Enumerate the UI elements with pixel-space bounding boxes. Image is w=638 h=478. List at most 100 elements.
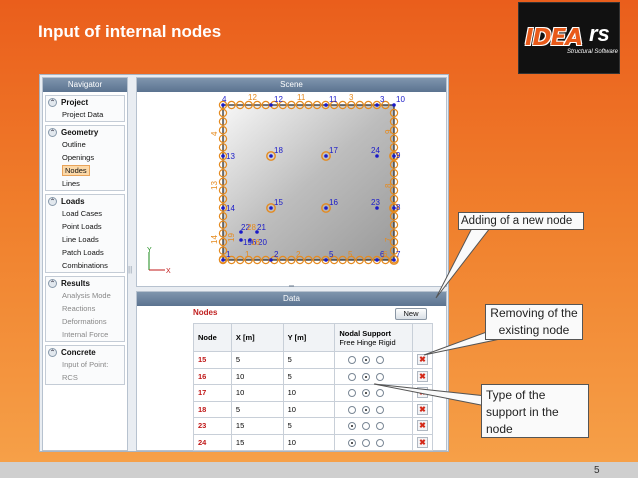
node-id-cell[interactable]: 24 (193, 433, 232, 451)
slab-outline[interactable] (222, 104, 395, 261)
sidebar-item-outline[interactable]: Outline (46, 138, 124, 151)
support-cell (334, 384, 413, 402)
node-id-cell[interactable]: 18 (193, 400, 232, 418)
collapse-chevron-icon[interactable]: ⌃ (48, 347, 57, 357)
nav-group-header[interactable]: ⌃ Project (46, 96, 124, 108)
x-coordinate-cell[interactable]: 10 (230, 367, 284, 385)
collapse-chevron-icon[interactable]: ⌃ (48, 127, 57, 137)
node-id-cell[interactable]: 17 (193, 384, 232, 402)
x-coordinate-cell[interactable]: 15 (230, 433, 284, 451)
nav-group-header[interactable]: ⌃ Results (46, 277, 124, 289)
table-row[interactable]: 24 15 10 ✖ (193, 433, 434, 451)
node-label: 15 (274, 198, 283, 207)
support-free-radio[interactable] (348, 438, 357, 447)
nav-group-header[interactable]: ⌃ Loads (46, 195, 124, 207)
sidebar-item-openings[interactable]: Openings (46, 151, 124, 164)
node-id-cell[interactable]: 16 (193, 367, 232, 385)
x-coordinate-cell[interactable]: 15 (230, 417, 284, 435)
y-coordinate-cell[interactable]: 5 (282, 351, 336, 369)
nav-group-header[interactable]: ⌃ Geometry (46, 126, 124, 138)
delete-node-icon[interactable]: ✖ (416, 420, 428, 432)
node-point[interactable] (324, 154, 328, 158)
support-free-radio[interactable] (348, 405, 357, 414)
nav-group-label: Geometry (61, 127, 99, 137)
collapse-chevron-icon[interactable]: ⌃ (48, 196, 57, 206)
scene-canvas[interactable]: 4 12 11 3 101318 17 2491415 16 2381 2 5 6 722 21196 20… (137, 92, 446, 286)
table-row[interactable]: 15 5 5 ✖ (193, 351, 434, 369)
x-coordinate-cell[interactable]: 5 (230, 351, 284, 369)
node-point[interactable] (269, 206, 273, 210)
node-point[interactable] (221, 154, 225, 158)
sidebar-item-point-loads[interactable]: Point Loads (46, 220, 124, 233)
node-point[interactable] (324, 206, 328, 210)
new-node-button[interactable]: New (395, 308, 427, 320)
delete-node-icon[interactable]: ✖ (416, 387, 428, 399)
node-point[interactable] (324, 103, 328, 107)
data-resize-grip[interactable]: ═ (136, 283, 447, 291)
sidebar-item-load-cases[interactable]: Load Cases (46, 207, 124, 220)
sidebar-item-deformations[interactable]: Deformations (46, 315, 124, 328)
y-coordinate-cell[interactable]: 5 (282, 417, 336, 435)
support-free-radio[interactable] (348, 389, 357, 398)
scene-title: Scene (137, 78, 446, 92)
table-row[interactable]: 17 10 10 ✖ (193, 384, 434, 402)
delete-node-icon[interactable]: ✖ (416, 370, 428, 382)
sidebar-item-input-of-point[interactable]: Input of Point: (46, 358, 124, 371)
x-coordinate-cell[interactable]: 5 (230, 400, 284, 418)
table-row[interactable]: 16 10 5 ✖ (193, 367, 434, 385)
support-rigid-radio[interactable] (376, 405, 385, 414)
sidebar-item-combinations[interactable]: Combinations (46, 259, 124, 272)
nodes-table: Node X [m] Y [m] Nodal Support Free Hing… (193, 323, 434, 451)
sidebar-item-analysis-mode[interactable]: Analysis Mode (46, 289, 124, 302)
node-point[interactable] (375, 258, 379, 262)
node-point[interactable] (324, 258, 328, 262)
nav-group-header[interactable]: ⌃ Concrete (46, 346, 124, 358)
support-free-radio[interactable] (348, 356, 357, 365)
y-coordinate-cell[interactable]: 10 (282, 433, 336, 451)
delete-node-icon[interactable]: ✖ (416, 436, 428, 448)
node-point[interactable] (221, 206, 225, 210)
support-rigid-radio[interactable] (376, 422, 385, 431)
sidebar-item-nodes[interactable]: Nodes (46, 164, 124, 177)
support-hinge-radio[interactable] (362, 372, 371, 381)
delete-node-icon[interactable]: ✖ (416, 354, 428, 366)
support-rigid-radio[interactable] (376, 372, 385, 381)
node-point[interactable] (375, 103, 379, 107)
support-rigid-radio[interactable] (376, 438, 385, 447)
table-row[interactable]: 18 5 10 ✖ (193, 400, 434, 418)
node-point[interactable] (269, 154, 273, 158)
node-point[interactable] (269, 103, 273, 107)
y-coordinate-cell[interactable]: 10 (282, 400, 336, 418)
collapse-chevron-icon[interactable]: ⌃ (48, 278, 57, 288)
support-hinge-radio[interactable] (362, 422, 371, 431)
node-id-cell[interactable]: 15 (193, 351, 232, 369)
collapse-chevron-icon[interactable]: ⌃ (48, 97, 57, 107)
node-point[interactable] (269, 258, 273, 262)
node-id-cell[interactable]: 23 (193, 417, 232, 435)
sidebar-item-internal-force[interactable]: Internal Force (46, 328, 124, 341)
x-coordinate-cell[interactable]: 10 (230, 384, 284, 402)
delete-node-icon[interactable]: ✖ (416, 403, 428, 415)
sidebar-item-project-data[interactable]: Project Data (46, 108, 124, 121)
node-label: 3 (380, 95, 385, 104)
node-label: 9 (396, 151, 401, 160)
support-rigid-radio[interactable] (376, 356, 385, 365)
sidebar-item-lines[interactable]: Lines (46, 177, 124, 190)
sidebar-item-rcs[interactable]: RCS (46, 371, 124, 384)
sidebar-item-line-loads[interactable]: Line Loads (46, 233, 124, 246)
y-coordinate-cell[interactable]: 10 (282, 384, 336, 402)
node-label: 1 (226, 250, 231, 259)
support-hinge-radio[interactable] (362, 389, 371, 398)
support-free-radio[interactable] (348, 422, 357, 431)
table-row[interactable]: 23 15 5 ✖ (193, 417, 434, 435)
support-rigid-radio[interactable] (376, 389, 385, 398)
node-point[interactable] (221, 258, 225, 262)
y-coordinate-cell[interactable]: 5 (282, 367, 336, 385)
sidebar-item-reactions[interactable]: Reactions (46, 302, 124, 315)
splitter-handle[interactable]: || (128, 265, 134, 274)
support-free-radio[interactable] (348, 372, 357, 381)
support-hinge-radio[interactable] (362, 438, 371, 447)
sidebar-item-patch-loads[interactable]: Patch Loads (46, 246, 124, 259)
support-hinge-radio[interactable] (362, 356, 371, 365)
support-hinge-radio[interactable] (362, 405, 371, 414)
